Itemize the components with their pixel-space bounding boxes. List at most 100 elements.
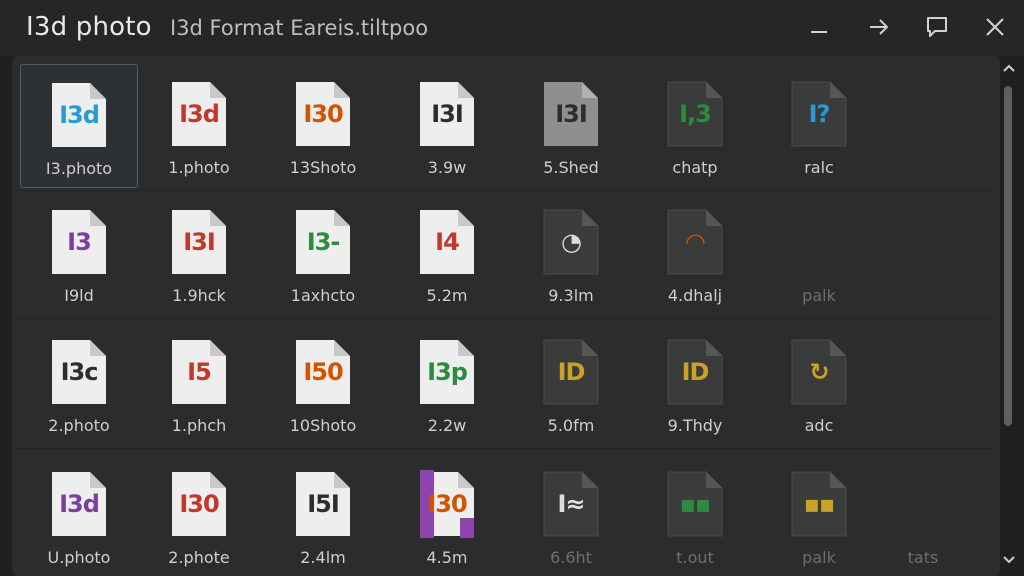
i3d-doc-icon: I3d (50, 81, 108, 149)
i3d-doc-icon: I3c (50, 338, 108, 406)
file-label: 4.dhalj (667, 286, 723, 305)
file-item[interactable]: I30 4.5m (388, 454, 506, 576)
file-item[interactable]: I3d U.photo (20, 454, 138, 576)
file-glyph: I3p (427, 358, 468, 386)
file-item[interactable]: I30 13Shoto (264, 64, 382, 188)
i3d-doc-icon: ▪▪ (790, 470, 848, 538)
file-item[interactable]: tats (864, 454, 982, 576)
file-glyph: ▪▪ (679, 490, 712, 518)
file-glyph: ▪▪ (803, 490, 836, 518)
file-glyph: I30 (427, 490, 467, 518)
i3d-doc-icon: I3p (418, 338, 476, 406)
file-label: I3.photo (45, 159, 113, 178)
file-label: palk (802, 286, 836, 305)
file-item[interactable]: ↻ adc (760, 322, 878, 446)
i3d-doc-icon: I? (790, 80, 848, 148)
i3d-doc-icon: I≈ (542, 470, 600, 538)
file-label: I9ld (64, 286, 94, 305)
file-item[interactable]: I3I 1.9hck (140, 192, 258, 316)
file-item[interactable]: ▪▪ t.out (636, 454, 754, 576)
file-item[interactable]: I30 2.phote (140, 454, 258, 576)
file-glyph: I3d (59, 490, 100, 518)
file-item[interactable]: I50 10Shoto (264, 322, 382, 446)
i3d-doc-icon: I,3 (666, 80, 724, 148)
i3d-doc-icon: I3I (170, 208, 228, 276)
close-icon (986, 18, 1004, 36)
file-item[interactable]: I3I 5.Shed (512, 64, 630, 188)
comment-button[interactable] (920, 10, 954, 44)
file-glyph: I3- (306, 228, 341, 256)
file-item[interactable]: I3p 2.2w (388, 322, 506, 446)
row-separator (12, 190, 992, 191)
file-glyph: ↻ (809, 358, 829, 386)
i3d-doc-icon: I30 (170, 470, 228, 538)
file-item[interactable]: I3- 1axhcto (264, 192, 382, 316)
window-title: I3d photo (26, 12, 152, 42)
i3d-doc-icon: ◠ (666, 208, 724, 276)
file-grid: I3d I3.photo I3d 1.photo I30 13Shoto I3I 3.9w I3… (12, 56, 1000, 576)
file-item[interactable]: I3d 1.photo (140, 64, 258, 188)
close-button[interactable] (978, 10, 1012, 44)
file-item[interactable]: I3I 3.9w (388, 64, 506, 188)
file-item[interactable]: I5 1.phch (140, 322, 258, 446)
scroll-up-icon[interactable] (1002, 62, 1016, 74)
i3d-doc-icon: ID (542, 338, 600, 406)
file-label: 9.3lm (548, 286, 594, 305)
file-item[interactable]: I? ralc (760, 64, 878, 188)
row-separator (12, 448, 992, 449)
file-item[interactable]: I3d I3.photo (20, 64, 138, 188)
file-glyph: I? (808, 100, 831, 128)
scroll-down-icon[interactable] (1002, 554, 1016, 566)
file-label: U.photo (47, 548, 111, 567)
file-item[interactable]: palk (760, 192, 878, 316)
i3d-doc-icon: I3 (50, 208, 108, 276)
i3d-doc-icon: I3I (542, 80, 600, 148)
i3d-doc-icon: ▪▪ (666, 470, 724, 538)
file-label: 2.4lm (300, 548, 346, 567)
file-glyph: ◠ (686, 228, 704, 256)
file-item[interactable]: ID 5.0fm (512, 322, 630, 446)
file-label: 1.phch (171, 416, 227, 435)
file-item[interactable]: ◔ 9.3lm (512, 192, 630, 316)
file-item[interactable]: I5I 2.4lm (264, 454, 382, 576)
file-glyph: I3I (183, 228, 216, 256)
file-label: 1axhcto (290, 286, 356, 305)
file-glyph: I,3 (679, 100, 712, 128)
file-item[interactable]: ◠ 4.dhalj (636, 192, 754, 316)
file-item[interactable]: ▪▪ palk (760, 454, 878, 576)
file-item[interactable]: I≈ 6.6ht (512, 454, 630, 576)
file-item[interactable]: I3 I9ld (20, 192, 138, 316)
scroll-thumb[interactable] (1004, 86, 1012, 426)
i3d-doc-icon: I50 (294, 338, 352, 406)
file-glyph: ID (681, 358, 710, 386)
file-label: 5.2m (426, 286, 468, 305)
file-glyph: I5I (307, 490, 340, 518)
file-item[interactable]: I3c 2.photo (20, 322, 138, 446)
file-glyph: I5 (187, 358, 212, 386)
i3d-doc-icon: I30 (418, 470, 476, 538)
file-glyph: I50 (303, 358, 343, 386)
i3d-doc-icon: I4 (418, 208, 476, 276)
file-label: 9.Thdy (667, 416, 723, 435)
file-label: chatp (672, 158, 718, 177)
file-label: adc (804, 416, 834, 435)
file-glyph: ◔ (561, 228, 582, 256)
file-glyph: I3 (67, 228, 92, 256)
file-label: 2.2w (427, 416, 467, 435)
vertical-scrollbar[interactable] (1000, 56, 1018, 576)
forward-button[interactable] (862, 10, 896, 44)
file-glyph: ID (557, 358, 586, 386)
file-label: 5.Shed (543, 158, 599, 177)
file-glyph: I3d (179, 100, 220, 128)
minimize-icon (811, 31, 827, 33)
file-label: 2.photo (48, 416, 110, 435)
file-glyph: I30 (179, 490, 219, 518)
file-label: t.out (676, 548, 714, 567)
file-glyph: I≈ (557, 490, 585, 518)
minimize-button[interactable] (802, 10, 836, 44)
file-item[interactable]: I,3 chatp (636, 64, 754, 188)
file-item[interactable]: ID 9.Thdy (636, 322, 754, 446)
arrow-right-icon (870, 19, 889, 35)
i3d-doc-icon: ◔ (542, 208, 600, 276)
file-item[interactable]: I4 5.2m (388, 192, 506, 316)
